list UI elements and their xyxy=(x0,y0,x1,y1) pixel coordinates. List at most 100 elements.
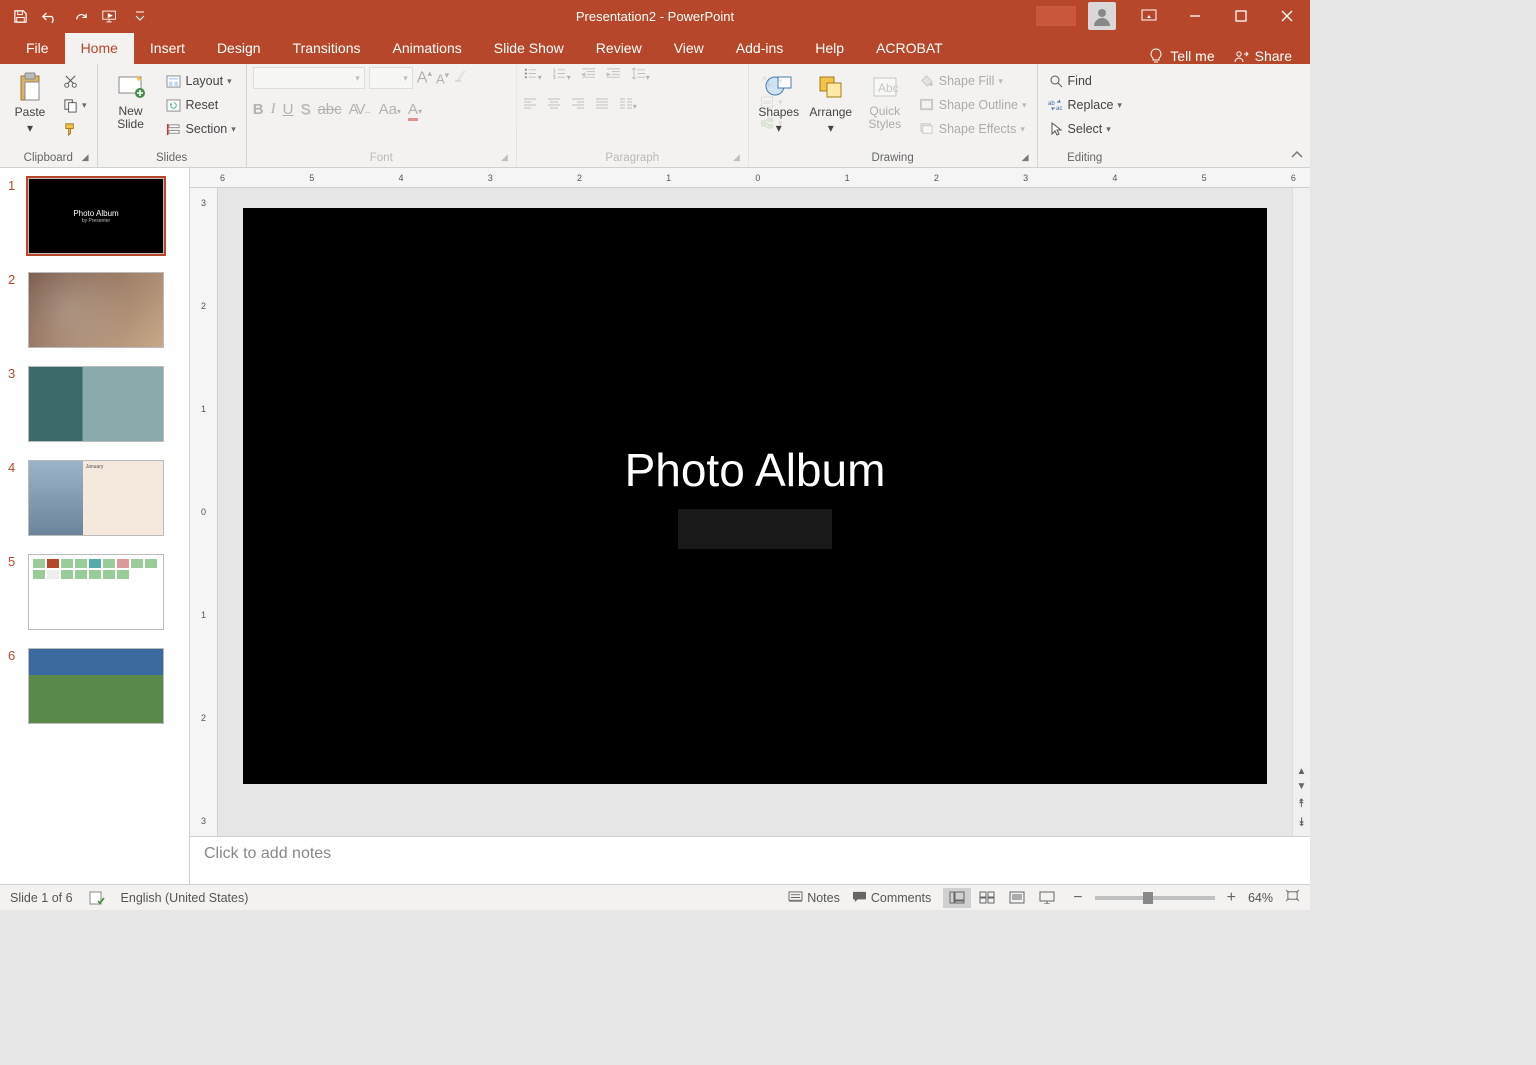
font-color-button[interactable]: A▾ xyxy=(408,101,422,118)
slideshow-view-button[interactable] xyxy=(1033,888,1061,908)
reset-button[interactable]: Reset xyxy=(162,95,240,115)
align-right-button[interactable] xyxy=(571,96,585,113)
slide-thumbnail-panel[interactable]: 1 Photo Albumby Presenter 2 3 4 January … xyxy=(0,168,190,884)
change-case-button[interactable]: Aa▾ xyxy=(379,101,401,118)
align-left-button[interactable] xyxy=(523,96,537,113)
shape-fill-button[interactable]: Shape Fill▾ xyxy=(915,71,1031,91)
normal-view-button[interactable] xyxy=(943,888,971,908)
scroll-down-icon[interactable]: ▼ xyxy=(1297,781,1307,792)
text-direction-button[interactable]: A▾ xyxy=(756,73,787,90)
shadow-button[interactable]: S xyxy=(300,101,310,118)
replace-button[interactable]: abacReplace▾ xyxy=(1044,95,1126,115)
char-spacing-button[interactable]: AV↔ xyxy=(349,101,372,118)
tab-transitions[interactable]: Transitions xyxy=(277,33,377,64)
shape-effects-button[interactable]: Shape Effects▾ xyxy=(915,119,1031,139)
shrink-font-button[interactable]: A▾ xyxy=(436,70,449,86)
zoom-thumb[interactable] xyxy=(1143,892,1153,904)
vertical-ruler[interactable]: 3210123 xyxy=(190,188,218,836)
scroll-up-icon[interactable]: ▲ xyxy=(1297,766,1307,777)
slide-thumbnail[interactable] xyxy=(28,272,164,348)
tab-acrobat[interactable]: ACROBAT xyxy=(860,33,959,64)
tab-home[interactable]: Home xyxy=(65,33,134,64)
quick-styles-button[interactable]: Abc Quick Styles xyxy=(859,67,911,131)
slide-count-label[interactable]: Slide 1 of 6 xyxy=(10,891,73,905)
tab-insert[interactable]: Insert xyxy=(134,33,201,64)
new-slide-button[interactable]: New Slide xyxy=(104,67,158,131)
prev-slide-icon[interactable]: ⯭ xyxy=(1298,796,1305,811)
slide-canvas-area[interactable]: Photo Album xyxy=(218,188,1292,836)
font-family-combo[interactable]: ▾ xyxy=(253,67,365,89)
columns-button[interactable]: ▾ xyxy=(619,96,637,113)
slide-thumbnail[interactable] xyxy=(28,554,164,630)
tab-file[interactable]: File xyxy=(10,33,65,64)
group-launcher-icon[interactable]: ◢ xyxy=(733,152,740,163)
tab-view[interactable]: View xyxy=(658,33,720,64)
grow-font-button[interactable]: A▴ xyxy=(417,68,432,87)
language-label[interactable]: English (United States) xyxy=(121,891,249,905)
tell-me-button[interactable]: Tell me xyxy=(1148,48,1214,64)
group-launcher-icon[interactable]: ◢ xyxy=(501,152,508,163)
zoom-out-button[interactable]: − xyxy=(1073,889,1082,907)
cut-button[interactable] xyxy=(58,71,91,91)
horizontal-ruler[interactable]: 6543210123456 xyxy=(190,168,1310,188)
share-button[interactable]: Share xyxy=(1233,48,1292,64)
slide[interactable]: Photo Album xyxy=(243,208,1267,784)
user-avatar[interactable] xyxy=(1088,2,1116,30)
group-launcher-icon[interactable]: ◢ xyxy=(1022,152,1029,163)
tab-help[interactable]: Help xyxy=(799,33,860,64)
slide-thumbnail[interactable]: January xyxy=(28,460,164,536)
sorter-view-button[interactable] xyxy=(973,888,1001,908)
ribbon-display-options-button[interactable] xyxy=(1126,0,1172,32)
zoom-in-button[interactable]: + xyxy=(1227,889,1236,907)
save-button[interactable] xyxy=(6,2,34,30)
qat-customize-button[interactable] xyxy=(126,2,154,30)
slide-title-text[interactable]: Photo Album xyxy=(625,443,886,497)
maximize-button[interactable] xyxy=(1218,0,1264,32)
underline-button[interactable]: U xyxy=(283,101,294,118)
line-spacing-button[interactable]: ▾ xyxy=(631,67,650,84)
layout-button[interactable]: Layout▾ xyxy=(162,71,240,91)
slide-thumbnail[interactable] xyxy=(28,648,164,724)
copy-button[interactable]: ▾ xyxy=(58,95,91,115)
redo-button[interactable] xyxy=(66,2,94,30)
align-text-button[interactable]: ▾ xyxy=(756,94,787,111)
tab-slideshow[interactable]: Slide Show xyxy=(478,33,580,64)
collapse-ribbon-button[interactable] xyxy=(1290,149,1304,163)
increase-indent-button[interactable] xyxy=(606,67,621,84)
italic-button[interactable]: I xyxy=(271,101,276,118)
tab-animations[interactable]: Animations xyxy=(376,33,477,64)
select-button[interactable]: Select▾ xyxy=(1044,119,1126,139)
comments-toggle[interactable]: Comments xyxy=(852,891,931,905)
format-painter-button[interactable] xyxy=(58,119,91,139)
smartart-button[interactable]: ▾ xyxy=(756,115,787,132)
next-slide-icon[interactable]: ⯯ xyxy=(1298,815,1305,830)
notes-pane[interactable]: Click to add notes xyxy=(190,836,1310,884)
tab-design[interactable]: Design xyxy=(201,33,277,64)
slide-subtitle-placeholder[interactable] xyxy=(678,509,832,549)
shape-outline-button[interactable]: Shape Outline▾ xyxy=(915,95,1031,115)
slide-thumbnail[interactable] xyxy=(28,366,164,442)
tab-addins[interactable]: Add-ins xyxy=(720,33,799,64)
section-button[interactable]: Section▾ xyxy=(162,119,240,139)
decrease-indent-button[interactable] xyxy=(581,67,596,84)
reading-view-button[interactable] xyxy=(1003,888,1031,908)
numbering-button[interactable]: 123▾ xyxy=(552,67,571,84)
align-center-button[interactable] xyxy=(547,96,561,113)
notes-toggle[interactable]: Notes xyxy=(788,891,840,905)
group-launcher-icon[interactable]: ◢ xyxy=(82,152,89,163)
clear-formatting-button[interactable] xyxy=(453,68,469,88)
justify-button[interactable] xyxy=(595,96,609,113)
paste-button[interactable]: Paste ▾ xyxy=(6,67,54,135)
spellcheck-icon[interactable] xyxy=(89,890,105,906)
zoom-percent-label[interactable]: 64% xyxy=(1248,891,1273,905)
minimize-button[interactable] xyxy=(1172,0,1218,32)
vertical-scrollbar[interactable]: ▲ ▼ ⯭ ⯯ xyxy=(1292,188,1310,836)
fit-to-window-button[interactable] xyxy=(1285,889,1300,906)
undo-button[interactable] xyxy=(36,2,64,30)
arrange-button[interactable]: Arrange▾ xyxy=(807,67,855,135)
tab-review[interactable]: Review xyxy=(580,33,658,64)
bold-button[interactable]: B xyxy=(253,101,264,118)
slide-thumbnail[interactable]: Photo Albumby Presenter xyxy=(28,178,164,254)
zoom-slider[interactable] xyxy=(1095,896,1215,900)
close-button[interactable] xyxy=(1264,0,1310,32)
